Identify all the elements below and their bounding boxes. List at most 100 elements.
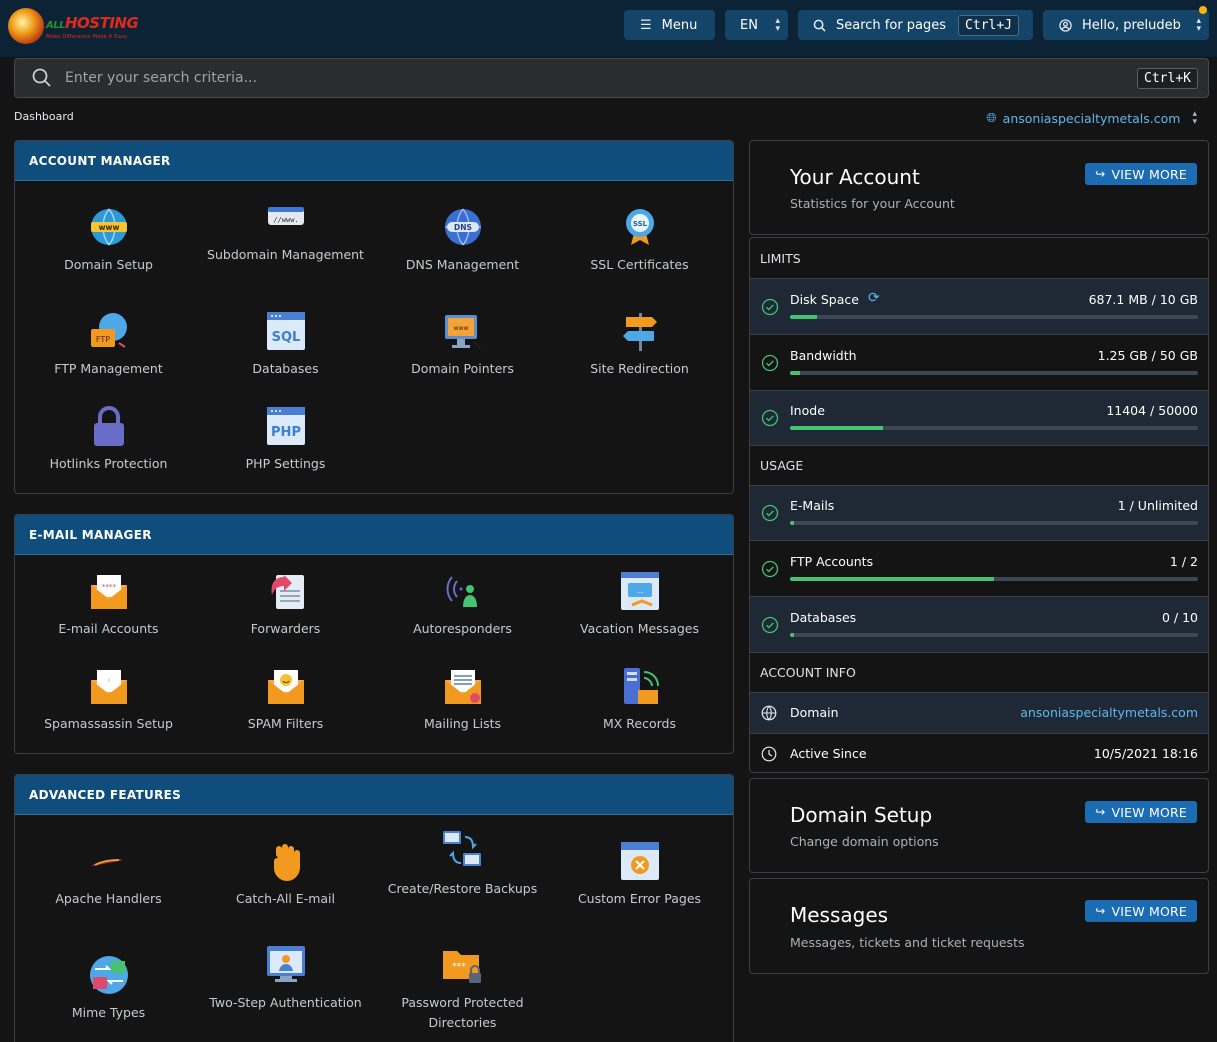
item-label: Vacation Messages: [580, 621, 699, 636]
item-label: Subdomain Management: [207, 247, 364, 262]
svg-text:DNS: DNS: [454, 223, 472, 232]
create-restore-backups-link[interactable]: Create/Restore Backups: [374, 829, 551, 899]
envelope-info-icon: i: [90, 670, 127, 704]
domain-link[interactable]: ansoniaspecialtymetals.com: [1020, 705, 1198, 720]
brand-logo[interactable]: ALLHOSTING Make Difference Make It Easy: [8, 6, 139, 46]
advanced-features-title: ADVANCED FEATURES: [15, 775, 733, 815]
usage-row-emails: E-Mails 1 / Unlimited: [750, 485, 1208, 540]
item-label: Autoresponders: [413, 621, 512, 636]
language-select[interactable]: EN ▴ ▾: [725, 10, 788, 40]
domain-pointers-link[interactable]: www Domain Pointers: [374, 309, 551, 379]
item-label: FTP Management: [54, 361, 163, 376]
row-value: 1 / Unlimited: [1117, 498, 1198, 513]
envelope-list-icon: [444, 670, 481, 704]
custom-error-pages-link[interactable]: Custom Error Pages: [551, 839, 728, 909]
dns-management-link[interactable]: DNS DNS Management: [374, 205, 551, 275]
account-info-domain-row: Domain ansoniaspecialtymetals.com: [750, 692, 1208, 733]
two-step-authentication-link[interactable]: Two-Step Authentication: [197, 943, 374, 1013]
page-search-label: Search for pages: [836, 17, 947, 33]
item-label: Hotlinks Protection: [49, 456, 168, 471]
menu-button[interactable]: ☰ Menu: [624, 10, 715, 40]
email-accounts-link[interactable]: **** E-mail Accounts: [20, 569, 197, 639]
password-protected-directories-link[interactable]: *** Password Protected Directories: [374, 943, 551, 1033]
forwarders-link[interactable]: Forwarders: [197, 569, 374, 639]
autoresponders-link[interactable]: Autoresponders: [374, 569, 551, 639]
vacation-messages-link[interactable]: ... Vacation Messages: [551, 569, 728, 639]
databases-link[interactable]: SQL Databases: [197, 309, 374, 379]
ssl-certificates-link[interactable]: SSL SSL Certificates: [551, 205, 728, 275]
check-circle-icon: [761, 354, 779, 372]
svg-text:www: www: [453, 325, 468, 332]
spam-filters-link[interactable]: SPAM Filters: [197, 664, 374, 734]
card-subtitle: Messages, tickets and ticket requests: [790, 935, 1025, 950]
svg-text:FTP: FTP: [95, 335, 109, 344]
global-search-input[interactable]: [65, 70, 1115, 86]
view-more-button[interactable]: ↪ VIEW MORE: [1085, 900, 1197, 922]
php-settings-link[interactable]: PHP PHP Settings: [197, 404, 374, 474]
breadcrumb[interactable]: Dashboard: [14, 110, 74, 123]
limit-row-bandwidth: Bandwidth 1.25 GB / 50 GB: [750, 334, 1208, 390]
menu-label: Menu: [661, 17, 698, 33]
catch-all-email-link[interactable]: Catch-All E-mail: [197, 839, 374, 909]
svg-text://www.: //www.: [273, 216, 298, 224]
hamburger-icon: ☰: [640, 17, 652, 33]
php-icon: PHP: [266, 407, 305, 445]
search-icon: [813, 19, 826, 32]
progress-fill: [790, 315, 818, 319]
view-more-button[interactable]: ↪ VIEW MORE: [1085, 163, 1197, 185]
forward-icon: [271, 575, 304, 609]
item-label: Mime Types: [71, 1005, 146, 1020]
mx-records-link[interactable]: MX Records: [551, 664, 728, 734]
check-circle-icon: [761, 616, 779, 634]
subdomain-bar-icon: //www.: [267, 207, 304, 225]
svg-text:***: ***: [452, 962, 466, 972]
row-label: Inode: [790, 403, 825, 418]
backup-computers-icon: [442, 831, 481, 866]
progress-bar: [790, 633, 1198, 637]
domain-setup-link[interactable]: www Domain Setup: [20, 205, 197, 275]
limits-heading: LIMITS: [760, 250, 801, 266]
envelope-password-icon: ****: [90, 575, 127, 609]
user-menu-button[interactable]: Hello, preludeb ▴ ▾: [1043, 6, 1209, 40]
account-info-active-since-row: Active Since 10/5/2021 18:16: [750, 733, 1208, 772]
www-globe-icon: www: [90, 208, 127, 246]
page-search-button[interactable]: Search for pages Ctrl+J: [798, 10, 1033, 40]
item-label: Two-Step Authentication: [209, 995, 362, 1010]
refresh-icon[interactable]: ⟳: [868, 290, 880, 306]
progress-fill: [790, 426, 884, 430]
language-label: EN: [740, 17, 758, 33]
two-step-icon: [266, 946, 305, 982]
row-value: 1.25 GB / 50 GB: [1097, 348, 1198, 363]
view-more-button[interactable]: ↪ VIEW MORE: [1085, 801, 1197, 823]
spamassassin-setup-link[interactable]: i Spamassassin Setup: [20, 664, 197, 734]
hotlinks-protection-link[interactable]: Hotlinks Protection: [20, 404, 197, 474]
notification-dot: [1199, 6, 1207, 14]
item-label: Custom Error Pages: [577, 891, 702, 906]
search-shortcut: Ctrl+K: [1137, 67, 1198, 89]
domain-setup-card: Domain Setup Change domain options ↪ VIE…: [749, 778, 1209, 873]
search-icon: [32, 68, 51, 87]
mime-types-icon: [89, 956, 128, 994]
locked-folder-icon: ***: [442, 951, 481, 983]
apache-handlers-link[interactable]: Apache Handlers: [20, 839, 197, 909]
card-subtitle: Change domain options: [790, 834, 939, 849]
item-label: E-mail Accounts: [58, 621, 159, 636]
account-manager-panel: ACCOUNT MANAGER www Domain Setup //www. …: [14, 140, 734, 494]
account-stats-panel: LIMITS Disk Space ⟳ 687.1 MB / 10 GB Ban…: [749, 237, 1209, 773]
error-page-icon: [620, 842, 659, 880]
item-label: Databases: [252, 361, 319, 376]
ftp-management-link[interactable]: FTP FTP Management: [20, 309, 197, 379]
domain-selector[interactable]: 🌐︎ ansoniaspecialtymetals.com ▴ ▾: [986, 110, 1197, 127]
row-label: FTP Accounts: [790, 554, 874, 569]
row-label: Domain: [790, 705, 839, 720]
item-label: Domain Pointers: [411, 361, 514, 376]
row-value: 11404 / 50000: [1106, 403, 1198, 418]
item-label: Spamassassin Setup: [44, 716, 173, 731]
row-label: Disk Space: [790, 292, 859, 307]
subdomain-management-link[interactable]: //www. Subdomain Management: [197, 195, 374, 265]
site-redirection-link[interactable]: Site Redirection: [551, 309, 728, 379]
mime-types-link[interactable]: Mime Types: [20, 953, 197, 1023]
button-label: VIEW MORE: [1111, 804, 1187, 820]
mailing-lists-link[interactable]: Mailing Lists: [374, 664, 551, 734]
envelope-smile-icon: [267, 670, 304, 704]
